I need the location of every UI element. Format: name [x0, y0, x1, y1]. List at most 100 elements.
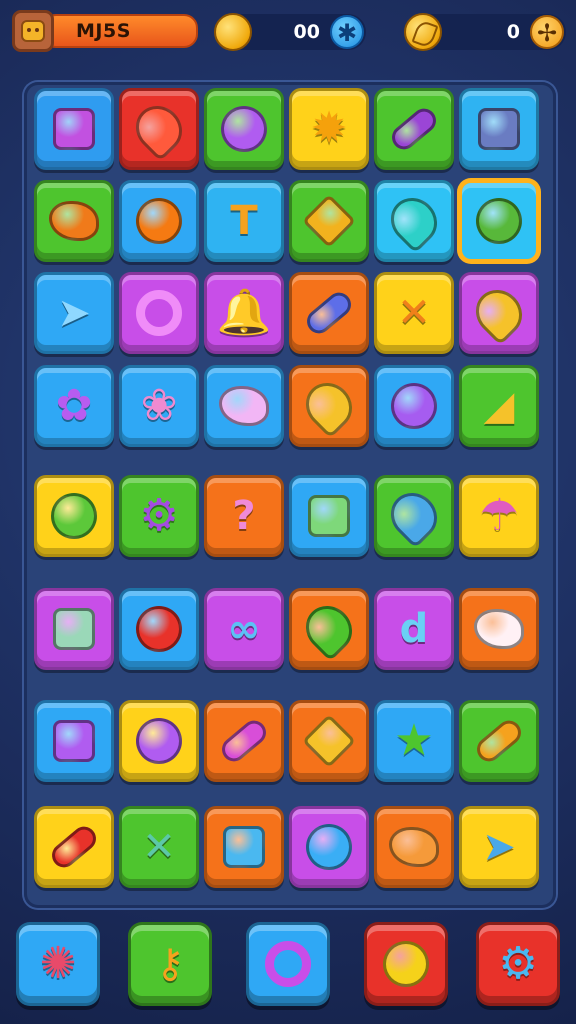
tile-green-smiley[interactable] [34, 475, 114, 557]
tile-pink-question[interactable]: ? [204, 475, 284, 557]
apple-icon [383, 941, 429, 987]
tile-mushroom-stick[interactable]: T [204, 180, 284, 262]
bunny-face-icon [474, 609, 524, 649]
tile-pink-lotus[interactable]: ❀ [119, 365, 199, 447]
red-ball-icon [136, 606, 182, 652]
gold-spinner-icon [302, 194, 356, 248]
tile-purple-bug[interactable] [374, 88, 454, 170]
powerup-key-tool-button[interactable]: ⚷ [128, 922, 212, 1006]
coin-count: 00 [293, 21, 320, 43]
tile-blue-plane[interactable]: ➤ [459, 806, 539, 888]
tile-bunny-face[interactable] [459, 588, 539, 670]
tile-gold-tile[interactable] [289, 700, 369, 782]
blue-letter-icon: d [399, 606, 429, 652]
game-board: ✹ T ➤ 🔔 ✕ ✿ ❀ ◢ ⚙? ☂ ∞ d ★ ✕ ➤ [24, 82, 556, 908]
tile-purple-egg[interactable] [119, 700, 199, 782]
tile-blue-balloon[interactable] [289, 806, 369, 888]
powerup-apple-button[interactable] [364, 922, 448, 1006]
tile-teal-shield[interactable] [374, 180, 454, 262]
add-coins-button[interactable]: ✱ [330, 15, 364, 49]
tile-blue-gem[interactable] [289, 272, 369, 354]
top-bar: MJ5S 00 ✱ 0 ✢ [0, 0, 576, 64]
tile-blue-key[interactable] [204, 806, 284, 888]
tile-blue-infinity[interactable]: ∞ [204, 588, 284, 670]
tile-red-chili[interactable] [34, 806, 114, 888]
crossed-arrows-icon: ✕ [397, 290, 431, 336]
blue-leaf-icon [381, 483, 447, 549]
purple-orb-icon [265, 941, 311, 987]
sun-badge-icon: ✺ [39, 938, 77, 989]
powerup-blue-gear-button[interactable]: ⚙ [476, 922, 560, 1006]
gold-rocket-icon [466, 280, 532, 346]
tile-purple-gear[interactable]: ⚙ [119, 475, 199, 557]
orange-heart-icon [389, 827, 439, 867]
blue-key-icon [223, 826, 265, 868]
purple-gear-icon: ⚙ [139, 490, 179, 541]
tile-red-ball[interactable] [119, 588, 199, 670]
tile-purple-ring[interactable] [119, 272, 199, 354]
tile-robot-cart[interactable] [34, 88, 114, 170]
red-chili-icon [47, 821, 101, 873]
tile-crossed-arrows[interactable]: ✕ [374, 272, 454, 354]
blue-gem-icon [302, 287, 356, 339]
add-leaves-button[interactable]: ✢ [530, 15, 564, 49]
tile-purple-bird[interactable] [374, 365, 454, 447]
player-profile[interactable]: MJ5S [12, 10, 198, 52]
tile-cassette[interactable] [459, 88, 539, 170]
tile-gold-rocket[interactable] [459, 272, 539, 354]
plant-pot-icon [53, 608, 95, 650]
leaf-counter: 0 ✢ [404, 13, 566, 51]
tile-green-star[interactable]: ★ [374, 700, 454, 782]
green-sword-icon: ✕ [142, 824, 176, 870]
tile-orange-balloon[interactable] [119, 180, 199, 262]
tile-umbrella[interactable]: ☂ [459, 475, 539, 557]
blue-gear-icon: ⚙ [498, 938, 538, 989]
player-avatar[interactable] [12, 10, 54, 52]
tile-purple-lantern[interactable] [204, 700, 284, 782]
key-tool-icon: ⚷ [155, 941, 185, 987]
orange-whistle-icon [49, 201, 99, 241]
tile-green-pencil-card[interactable] [289, 475, 369, 557]
red-balloon-icon [126, 96, 192, 162]
tile-red-balloon[interactable] [119, 88, 199, 170]
tile-pencil[interactable] [459, 700, 539, 782]
umbrella-icon: ☂ [479, 490, 519, 541]
green-plant-icon [296, 596, 362, 662]
tile-gold-triangle[interactable]: ◢ [459, 365, 539, 447]
tile-gold-spinner[interactable] [289, 180, 369, 262]
purple-bird-icon [391, 383, 437, 429]
tile-orange-heart[interactable] [374, 806, 454, 888]
tile-gold-bell[interactable]: 🔔 [204, 272, 284, 354]
purple-balloon-icon [221, 106, 267, 152]
tile-blue-letter[interactable]: d [374, 588, 454, 670]
tile-paper-plane[interactable]: ➤ [34, 272, 114, 354]
tile-pink-cloud[interactable] [204, 365, 284, 447]
pencil-icon [472, 715, 526, 767]
green-star-icon: ★ [394, 715, 434, 766]
tile-purple-flower[interactable]: ✿ [34, 365, 114, 447]
orange-balloon-icon [136, 198, 182, 244]
gold-leaf-icon [296, 373, 362, 439]
paper-plane-icon: ➤ [57, 290, 91, 336]
powerup-sun-badge-button[interactable]: ✺ [16, 922, 100, 1006]
tile-plant-pot[interactable] [34, 588, 114, 670]
blue-plane-icon: ➤ [482, 824, 516, 870]
robot-cart-icon [53, 108, 95, 150]
tile-blue-leaf[interactable] [374, 475, 454, 557]
green-smiley-icon [51, 493, 97, 539]
pink-question-icon: ? [232, 493, 256, 539]
tile-green-plant[interactable] [289, 588, 369, 670]
powerup-purple-orb-button[interactable] [246, 922, 330, 1006]
blue-infinity-icon: ∞ [227, 606, 261, 652]
blue-balloon-icon [306, 824, 352, 870]
tile-green-melon[interactable] [459, 180, 539, 262]
tile-sun[interactable]: ✹ [289, 88, 369, 170]
tile-orange-whistle[interactable] [34, 180, 114, 262]
tile-purple-balloon[interactable] [204, 88, 284, 170]
tile-purple-box[interactable] [34, 700, 114, 782]
pink-cloud-icon [219, 386, 269, 426]
tile-gold-leaf[interactable] [289, 365, 369, 447]
tile-green-sword[interactable]: ✕ [119, 806, 199, 888]
gold-bell-icon: 🔔 [216, 287, 272, 338]
coin-counter: 00 ✱ [214, 13, 366, 51]
